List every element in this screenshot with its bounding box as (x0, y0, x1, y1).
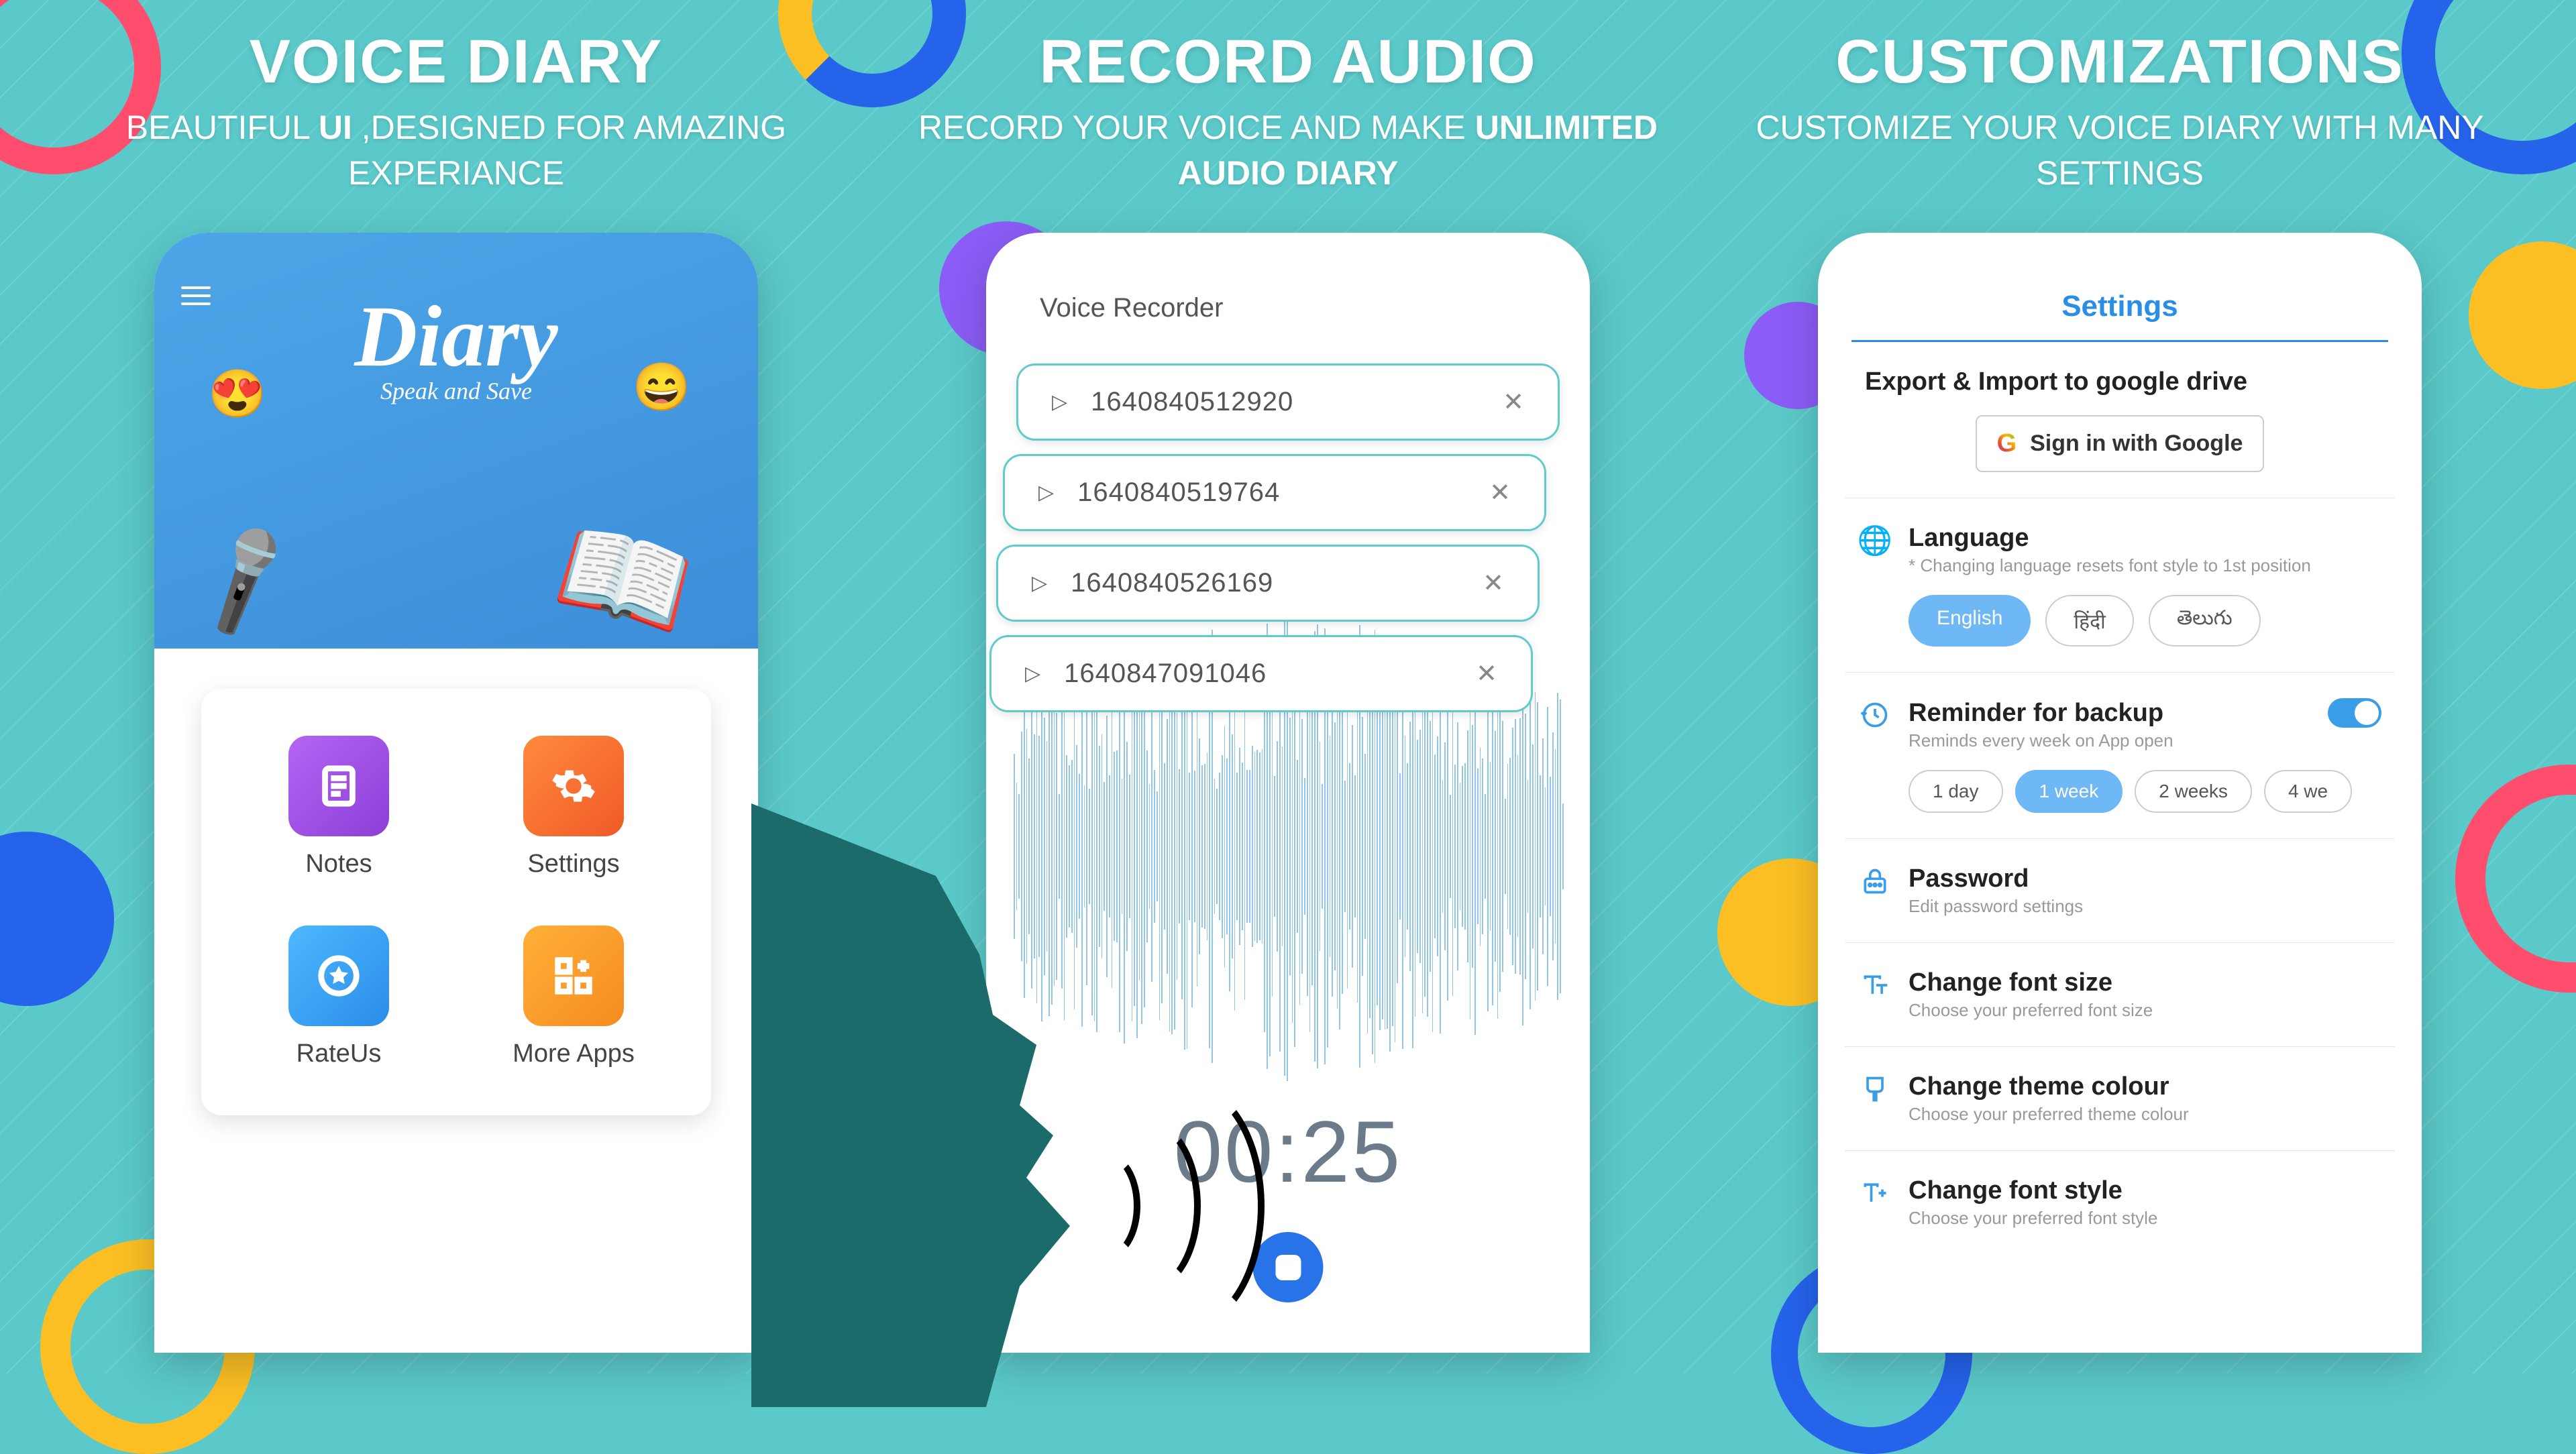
panel1-title: VOICE DIARY (250, 27, 663, 97)
password-desc: Edit password settings (1909, 896, 2381, 917)
panel1-subtitle: BEAUTIFUL UI ,DESIGNED FOR AMAZING EXPER… (54, 105, 859, 196)
export-import-label: Export & Import to google drive (1858, 368, 2381, 396)
lang-option-english[interactable]: English (1909, 595, 2031, 647)
stop-button[interactable] (1253, 1232, 1324, 1302)
fontstyle-row[interactable]: Change font style Choose your preferred … (1858, 1176, 2381, 1229)
fontstyle-icon (1858, 1176, 1892, 1210)
play-icon[interactable]: ▷ (1032, 571, 1047, 595)
notebook-icon: 📖 (543, 501, 705, 657)
settings-button[interactable]: Settings (470, 736, 678, 879)
fontsize-icon (1858, 968, 1892, 1002)
reminder-toggle[interactable] (2328, 698, 2381, 728)
close-icon[interactable]: ✕ (1503, 387, 1524, 417)
star-badge-icon (288, 926, 389, 1026)
recording-item[interactable]: ▷ 1640847091046 ✕ (989, 635, 1533, 712)
microphone-icon: 🎤 (179, 518, 310, 645)
fontsize-desc: Choose your preferred font size (1909, 1000, 2381, 1021)
recording-name: 1640840512920 (1091, 387, 1479, 417)
theme-row[interactable]: Change theme colour Choose your preferre… (1858, 1072, 2381, 1125)
notes-icon (288, 736, 389, 836)
password-title: Password (1909, 864, 2381, 893)
recording-item[interactable]: ▷ 1640840519764 ✕ (1003, 454, 1546, 531)
theme-desc: Choose your preferred theme colour (1909, 1104, 2381, 1125)
close-icon[interactable]: ✕ (1489, 478, 1511, 508)
apps-grid-icon (523, 926, 624, 1026)
lang-option-hindi[interactable]: हिंदी (2045, 595, 2133, 647)
rateus-label: RateUs (297, 1040, 382, 1068)
gear-icon (523, 736, 624, 836)
fontstyle-desc: Choose your preferred font style (1909, 1208, 2381, 1229)
lang-option-telugu[interactable]: తెలుగు (2149, 595, 2261, 647)
play-icon[interactable]: ▷ (1038, 481, 1054, 504)
recording-name: 1640840519764 (1077, 478, 1466, 508)
recording-name: 1640847091046 (1064, 659, 1452, 689)
panel2-subtitle: RECORD YOUR VOICE AND MAKE UNLIMITED AUD… (885, 105, 1690, 196)
notes-button[interactable]: Notes (235, 736, 443, 879)
phone-home: Diary Speak and Save 😍 😄 🎤 📖 Notes (154, 233, 758, 1353)
fontsize-title: Change font size (1909, 968, 2381, 997)
settings-label: Settings (527, 850, 619, 879)
close-icon[interactable]: ✕ (1476, 659, 1497, 689)
google-logo-icon: G (1997, 429, 2017, 458)
backup-4weeks[interactable]: 4 we (2264, 770, 2352, 813)
moreapps-button[interactable]: More Apps (470, 926, 678, 1068)
google-signin-label: Sign in with Google (2030, 431, 2243, 457)
recording-name: 1640840526169 (1071, 568, 1459, 598)
panel2-title: RECORD AUDIO (1039, 27, 1536, 97)
notes-label: Notes (305, 850, 372, 879)
fontstyle-title: Change font style (1909, 1176, 2381, 1205)
play-icon[interactable]: ▷ (1052, 390, 1067, 414)
backup-2weeks[interactable]: 2 weeks (2135, 770, 2252, 813)
phone-settings: Settings Export & Import to google drive… (1818, 233, 2422, 1353)
heart-eyes-emoji-icon: 😍 (208, 367, 266, 422)
history-icon (1858, 698, 1892, 732)
recording-item[interactable]: ▷ 1640840526169 ✕ (996, 545, 1540, 622)
close-icon[interactable]: ✕ (1483, 568, 1504, 598)
menu-icon[interactable] (181, 286, 211, 305)
lock-icon (1858, 864, 1892, 898)
google-signin-button[interactable]: G Sign in with Google (1976, 415, 2264, 472)
reminder-desc: Reminds every week on App open (1909, 730, 2381, 751)
fontsize-row[interactable]: Change font size Choose your preferred f… (1858, 968, 2381, 1021)
globe-icon: 🌐 (1858, 524, 1892, 557)
theme-title: Change theme colour (1909, 1072, 2381, 1101)
recording-item[interactable]: ▷ 1640840512920 ✕ (1016, 364, 1560, 441)
play-icon[interactable]: ▷ (1025, 662, 1040, 685)
grin-emoji-icon: 😄 (633, 360, 691, 415)
language-desc: * Changing language resets font style to… (1909, 555, 2381, 576)
backup-1week[interactable]: 1 week (2015, 770, 2123, 813)
backup-1day[interactable]: 1 day (1909, 770, 2003, 813)
recorder-screen-title: Voice Recorder (986, 233, 1590, 337)
panel3-subtitle: CUSTOMIZE YOUR VOICE DIARY WITH MANY SET… (1717, 105, 2522, 196)
home-menu: Notes Settings RateUs (201, 689, 711, 1115)
password-row[interactable]: Password Edit password settings (1858, 864, 2381, 917)
rateus-button[interactable]: RateUs (235, 926, 443, 1068)
moreapps-label: More Apps (513, 1040, 635, 1068)
reminder-title: Reminder for backup (1909, 699, 2163, 728)
panel3-title: CUSTOMIZATIONS (1835, 27, 2404, 97)
settings-header: Settings (1851, 233, 2388, 342)
language-title: Language (1909, 524, 2381, 553)
paintbrush-icon (1858, 1072, 1892, 1106)
